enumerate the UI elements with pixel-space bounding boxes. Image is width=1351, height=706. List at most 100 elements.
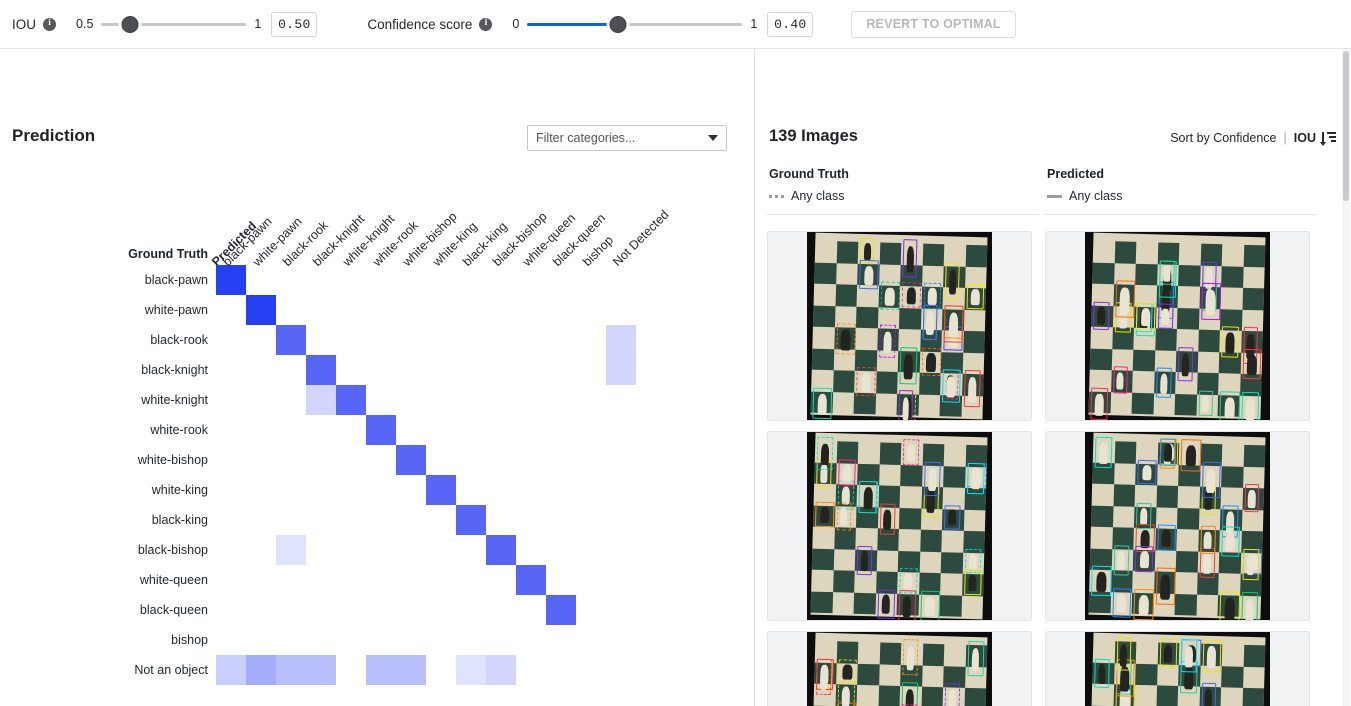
matrix-cell-not-an-object-white-rook[interactable] xyxy=(366,655,396,685)
chessboard-thumbnail[interactable] xyxy=(1045,431,1310,621)
thumbnail-image xyxy=(768,432,1031,620)
bounding-box xyxy=(1202,639,1222,673)
matrix-row-label-white-rook[interactable]: white-rook xyxy=(150,423,208,437)
thumbnail-image xyxy=(768,232,1031,420)
matrix-cell-white-bishop-white-bishop[interactable] xyxy=(396,445,426,475)
dotted-line-icon xyxy=(769,194,784,198)
matrix-cell-black-rook-black-rook[interactable] xyxy=(276,325,306,355)
bounding-box xyxy=(1134,545,1154,573)
matrix-row-label-black-bishop[interactable]: black-bishop xyxy=(138,543,208,557)
ground-truth-any-class[interactable]: Any class xyxy=(769,189,845,203)
bounding-box xyxy=(837,458,857,487)
matrix-cell-not-an-object-black-bishop[interactable] xyxy=(486,655,516,685)
matrix-cell-white-pawn-white-pawn[interactable] xyxy=(246,295,276,325)
matrix-cell-not-an-object-black-rook[interactable] xyxy=(276,655,306,685)
chessboard-thumbnail[interactable] xyxy=(767,431,1032,621)
chessboard-thumbnail[interactable] xyxy=(1045,231,1310,421)
matrix-cell-not-an-object-black-king[interactable] xyxy=(456,655,486,685)
bounding-box xyxy=(1201,461,1221,498)
matrix-row-label-white-king[interactable]: white-king xyxy=(152,483,208,497)
confidence-slider-fill xyxy=(527,22,618,26)
matrix-row-label-white-knight[interactable]: white-knight xyxy=(141,393,208,407)
sort-by-iou-option[interactable]: IOU xyxy=(1294,131,1316,145)
iou-min-value: 0.5 xyxy=(76,17,94,31)
matrix-column-label-not-detected[interactable]: Not Detected xyxy=(610,208,671,269)
matrix-row-label-white-pawn[interactable]: white-pawn xyxy=(145,303,208,317)
chessboard-thumbnail[interactable] xyxy=(1045,631,1310,706)
bounding-box xyxy=(1240,391,1260,420)
matrix-cell-black-knight-not-detected[interactable] xyxy=(606,355,636,385)
predicted-column-header: Predicted xyxy=(1047,167,1104,181)
matrix-row-label-black-rook[interactable]: black-rook xyxy=(150,333,208,347)
bounding-box xyxy=(1156,524,1177,551)
bounding-box xyxy=(1180,639,1198,673)
iou-info-icon[interactable]: i xyxy=(43,17,57,31)
matrix-cell-not-an-object-white-bishop[interactable] xyxy=(396,655,426,685)
matrix-cell-black-knight-black-knight[interactable] xyxy=(306,355,336,385)
bounding-box xyxy=(963,369,981,408)
sort-separator: | xyxy=(1283,131,1287,145)
matrix-row-label-black-knight[interactable]: black-knight xyxy=(141,363,208,377)
bounding-box xyxy=(856,545,872,576)
iou-slider-thumb[interactable] xyxy=(121,15,139,33)
matrix-row-label-black-queen[interactable]: black-queen xyxy=(140,603,208,617)
matrix-cell-white-king-white-king[interactable] xyxy=(426,475,456,505)
chessboard-thumbnail[interactable] xyxy=(767,231,1032,421)
matrix-cell-not-an-object-black-knight[interactable] xyxy=(306,655,336,685)
ground-truth-axis-label: Ground Truth xyxy=(128,247,208,261)
chessboard xyxy=(810,432,988,620)
iou-max-value: 1 xyxy=(254,17,262,31)
predicted-any-class[interactable]: Any class xyxy=(1047,189,1123,203)
bounding-box xyxy=(902,239,918,278)
bounding-box xyxy=(1242,548,1259,580)
matrix-row-label-bishop[interactable]: bishop xyxy=(171,633,208,647)
confidence-control-group: Confidence score i 0 1 0.40 xyxy=(367,11,814,37)
confidence-value-input[interactable]: 0.40 xyxy=(767,11,814,37)
bounding-box xyxy=(1155,367,1173,399)
matrix-cell-white-knight-black-knight[interactable] xyxy=(306,385,336,415)
matrix-row-label-not-an-object[interactable]: Not an object xyxy=(134,663,208,677)
matrix-cell-black-pawn-black-pawn[interactable] xyxy=(216,265,246,295)
bounding-box xyxy=(966,640,984,677)
chessboard xyxy=(810,632,988,706)
matrix-cell-white-knight-white-knight[interactable] xyxy=(336,385,366,415)
matrix-row-label-white-queen[interactable]: white-queen xyxy=(140,573,208,587)
images-scrollbar-thumb[interactable] xyxy=(1343,51,1349,201)
bounding-box xyxy=(1219,590,1241,620)
chessboard xyxy=(810,232,988,420)
ground-truth-any-class-label: Any class xyxy=(791,189,845,203)
bounding-box xyxy=(944,683,961,706)
confidence-info-icon[interactable]: i xyxy=(479,17,493,31)
iou-slider[interactable] xyxy=(101,15,247,33)
matrix-cell-white-queen-white-queen[interactable] xyxy=(516,565,546,595)
matrix-row-label-black-pawn[interactable]: black-pawn xyxy=(145,273,208,287)
bounding-box xyxy=(836,680,855,706)
prediction-panel: Prediction Filter categories... Ground T… xyxy=(0,49,755,706)
confidence-slider-thumb[interactable] xyxy=(609,15,627,33)
revert-to-optimal-button[interactable]: REVERT TO OPTIMAL xyxy=(851,10,1016,38)
images-scrollbar-track[interactable] xyxy=(1342,49,1350,706)
matrix-cell-white-rook-white-rook[interactable] xyxy=(366,415,396,445)
bounding-box xyxy=(966,462,985,495)
bounding-box xyxy=(921,347,942,376)
matrix-cell-black-bishop-black-bishop[interactable] xyxy=(486,535,516,565)
bounding-box xyxy=(1157,302,1174,330)
thumbnail-image xyxy=(1046,632,1309,706)
matrix-cell-black-bishop-black-rook[interactable] xyxy=(276,535,306,565)
sort-descending-icon[interactable] xyxy=(1320,131,1336,146)
matrix-cell-not-an-object-black-pawn[interactable] xyxy=(216,655,246,685)
matrix-cell-black-king-black-king[interactable] xyxy=(456,505,486,535)
matrix-cell-not-an-object-white-pawn[interactable] xyxy=(246,655,276,685)
iou-label: IOU xyxy=(12,16,37,32)
matrix-cell-black-rook-not-detected[interactable] xyxy=(606,325,636,355)
confidence-slider[interactable] xyxy=(527,15,743,33)
matrix-cell-black-queen-black-queen[interactable] xyxy=(546,595,576,625)
matrix-row-label-black-king[interactable]: black-king xyxy=(152,513,208,527)
chessboard-thumbnail[interactable] xyxy=(767,631,1032,706)
iou-value-input[interactable]: 0.50 xyxy=(271,11,318,37)
bounding-box xyxy=(836,501,852,531)
matrix-row-label-white-bishop[interactable]: white-bishop xyxy=(138,453,208,467)
chessboard xyxy=(1088,632,1266,706)
sort-by-confidence-option[interactable]: Sort by Confidence xyxy=(1170,131,1276,145)
thumbnail-image xyxy=(768,632,1031,706)
